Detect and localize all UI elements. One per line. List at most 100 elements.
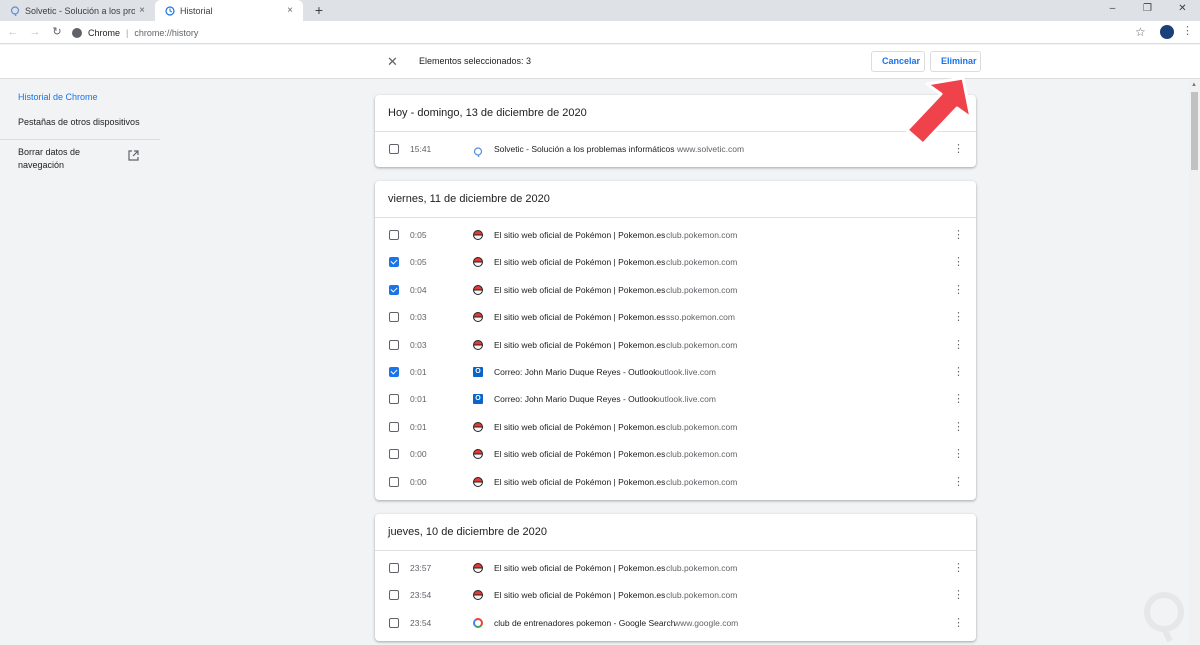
history-entry[interactable]: 0:00 El sitio web oficial de Pokémon | Po… (375, 469, 976, 496)
forward-button[interactable]: → (28, 25, 42, 39)
tab-close-icon[interactable]: × (283, 5, 297, 16)
history-entry[interactable]: 0:00 El sitio web oficial de Pokémon | Po… (375, 441, 976, 468)
pokeball-icon (473, 312, 483, 323)
entry-checkbox[interactable] (389, 449, 399, 460)
entry-checkbox[interactable] (389, 617, 399, 628)
entry-domain: club.pokemon.com (666, 284, 738, 295)
entry-title-link[interactable]: El sitio web oficial de Pokémon | Pokemo… (494, 422, 665, 432)
close-window-button[interactable]: ✕ (1165, 0, 1200, 21)
entry-checkbox[interactable] (389, 144, 399, 154)
address-bar[interactable]: Chrome | chrome://history (72, 24, 198, 41)
more-actions-icon[interactable]: ⋮ (953, 228, 964, 241)
selection-toolbar: ✕ Elementos seleccionados: 3 Cancelar El… (0, 45, 1200, 79)
scrollbar[interactable]: ▲ (1189, 80, 1200, 645)
entry-checkbox[interactable] (389, 339, 399, 350)
entry-checkbox[interactable] (389, 563, 399, 573)
back-button[interactable]: ← (6, 25, 20, 39)
entry-title-link[interactable]: El sitio web oficial de Pokémon | Pokemo… (494, 563, 665, 573)
entry-domain: club.pokemon.com (666, 257, 738, 268)
history-entry[interactable]: 0:01 El sitio web oficial de Pokémon | Po… (375, 414, 976, 441)
entry-title-link[interactable]: El sitio web oficial de Pokémon | Pokemo… (494, 449, 665, 459)
browser-menu-icon[interactable]: ⋮ (1182, 24, 1193, 37)
bookmark-star-icon[interactable]: ☆ (1135, 25, 1146, 39)
open-external-icon[interactable] (128, 150, 139, 161)
minimize-button[interactable]: – (1095, 0, 1130, 21)
scrollbar-thumb[interactable] (1191, 92, 1198, 170)
solvetic-icon (473, 144, 483, 158)
entry-checkbox[interactable] (389, 476, 399, 487)
more-actions-icon[interactable]: ⋮ (953, 338, 964, 351)
more-actions-icon[interactable]: ⋮ (953, 561, 964, 574)
entry-title-link[interactable]: club de entrenadores pokemon - Google Se… (494, 618, 675, 628)
entry-checkbox[interactable] (389, 394, 399, 405)
sidebar-item-clear-data[interactable]: Borrar datos de navegación (18, 146, 98, 172)
more-actions-icon[interactable]: ⋮ (953, 365, 964, 378)
clear-data-label-1: Borrar datos de (18, 147, 81, 157)
solvetic-icon (10, 5, 20, 16)
tab-close-icon[interactable]: × (135, 5, 149, 16)
pokeball-icon (473, 230, 483, 240)
entry-checkbox[interactable] (389, 421, 399, 432)
entry-title-link[interactable]: Correo: John Mario Duque Reyes - Outlook (494, 394, 657, 404)
entry-time: 0:01 (410, 394, 427, 405)
history-entry[interactable]: 23:57 El sitio web oficial de Pokémon | P… (375, 555, 976, 582)
delete-button[interactable]: Eliminar (930, 51, 981, 72)
scroll-up-icon[interactable]: ▲ (1191, 82, 1197, 88)
history-entry[interactable]: 0:01 O Correo: John Mario Duque Reyes - Ou… (375, 386, 976, 413)
restore-button[interactable]: ❐ (1130, 0, 1165, 21)
history-entry[interactable]: 0:03 El sitio web oficial de Pokémon | Po… (375, 332, 976, 359)
selection-count: Elementos seleccionados: 3 (419, 56, 532, 66)
profile-avatar[interactable] (1160, 25, 1174, 39)
more-actions-icon[interactable]: ⋮ (953, 255, 964, 268)
more-actions-icon[interactable]: ⋮ (953, 392, 964, 405)
entry-title-link[interactable]: Correo: John Mario Duque Reyes - Outlook (494, 367, 657, 377)
entry-domain: club.pokemon.com (666, 230, 738, 240)
entry-checkbox[interactable] (389, 230, 399, 240)
pokeball-icon (473, 284, 483, 295)
entry-time: 0:03 (410, 312, 427, 323)
more-actions-icon[interactable]: ⋮ (953, 420, 964, 433)
history-entry[interactable]: 0:04 El sitio web oficial de Pokémon | Po… (375, 277, 976, 304)
clear-selection-icon[interactable]: ✕ (387, 54, 398, 70)
new-tab-button[interactable]: + (311, 2, 327, 18)
history-entry[interactable]: 0:03 El sitio web oficial de Pokémon | Po… (375, 304, 976, 331)
more-actions-icon[interactable]: ⋮ (953, 475, 964, 488)
entry-title-link[interactable]: El sitio web oficial de Pokémon | Pokemo… (494, 590, 665, 600)
entry-domain: outlook.live.com (655, 366, 716, 377)
history-entry[interactable]: 15:41 Solvetic - Solución a los problemas… (375, 136, 976, 163)
more-actions-icon[interactable]: ⋮ (953, 310, 964, 323)
entry-title-link[interactable]: El sitio web oficial de Pokémon | Pokemo… (494, 285, 665, 295)
history-entry[interactable]: 23:54 club de entrenadores pokemon - Goog… (375, 610, 976, 637)
cancel-button[interactable]: Cancelar (871, 51, 925, 72)
entry-checkbox[interactable] (389, 284, 399, 295)
entry-title-link[interactable]: El sitio web oficial de Pokémon | Pokemo… (494, 230, 665, 240)
sidebar: Historial de Chrome Pestañas de otros di… (0, 80, 160, 645)
history-entry[interactable]: 0:05 El sitio web oficial de Pokémon | Po… (375, 222, 976, 249)
more-actions-icon[interactable]: ⋮ (953, 447, 964, 460)
entry-checkbox[interactable] (389, 366, 399, 377)
entry-checkbox[interactable] (389, 590, 399, 601)
entry-domain: club.pokemon.com (666, 449, 738, 460)
entry-title-link[interactable]: Solvetic - Solución a los problemas info… (494, 144, 674, 154)
history-entry[interactable]: 0:01 O Correo: John Mario Duque Reyes - Ou… (375, 359, 976, 386)
more-actions-icon[interactable]: ⋮ (953, 283, 964, 296)
entry-title-link[interactable]: El sitio web oficial de Pokémon | Pokemo… (494, 257, 665, 267)
day-card: jueves, 10 de diciembre de 2020 23:57 El s… (375, 514, 976, 642)
tab-solvetic[interactable]: Solvetic - Solución a los problema × (0, 0, 155, 21)
entry-title-link[interactable]: El sitio web oficial de Pokémon | Pokemo… (494, 340, 665, 350)
more-actions-icon[interactable]: ⋮ (953, 588, 964, 601)
history-entry[interactable]: 0:05 El sitio web oficial de Pokémon | Po… (375, 249, 976, 276)
entry-checkbox[interactable] (389, 257, 399, 268)
browser-toolbar: ← → ↻ Chrome | chrome://history ☆ ⋮ (0, 21, 1200, 44)
history-entry[interactable]: 23:54 El sitio web oficial de Pokémon | P… (375, 582, 976, 609)
entry-title-link[interactable]: El sitio web oficial de Pokémon | Pokemo… (494, 477, 665, 487)
entry-checkbox[interactable] (389, 312, 399, 323)
tab-historial[interactable]: Historial × (155, 0, 303, 21)
chrome-icon (72, 27, 82, 38)
sidebar-item-other-devices[interactable]: Pestañas de otros dispositivos (18, 117, 140, 127)
entry-domain: www.google.com (674, 617, 739, 628)
entry-title-link[interactable]: El sitio web oficial de Pokémon | Pokemo… (494, 312, 665, 322)
reload-button[interactable]: ↻ (50, 25, 64, 39)
sidebar-item-chrome-history[interactable]: Historial de Chrome (18, 92, 98, 102)
more-actions-icon[interactable]: ⋮ (953, 616, 964, 629)
